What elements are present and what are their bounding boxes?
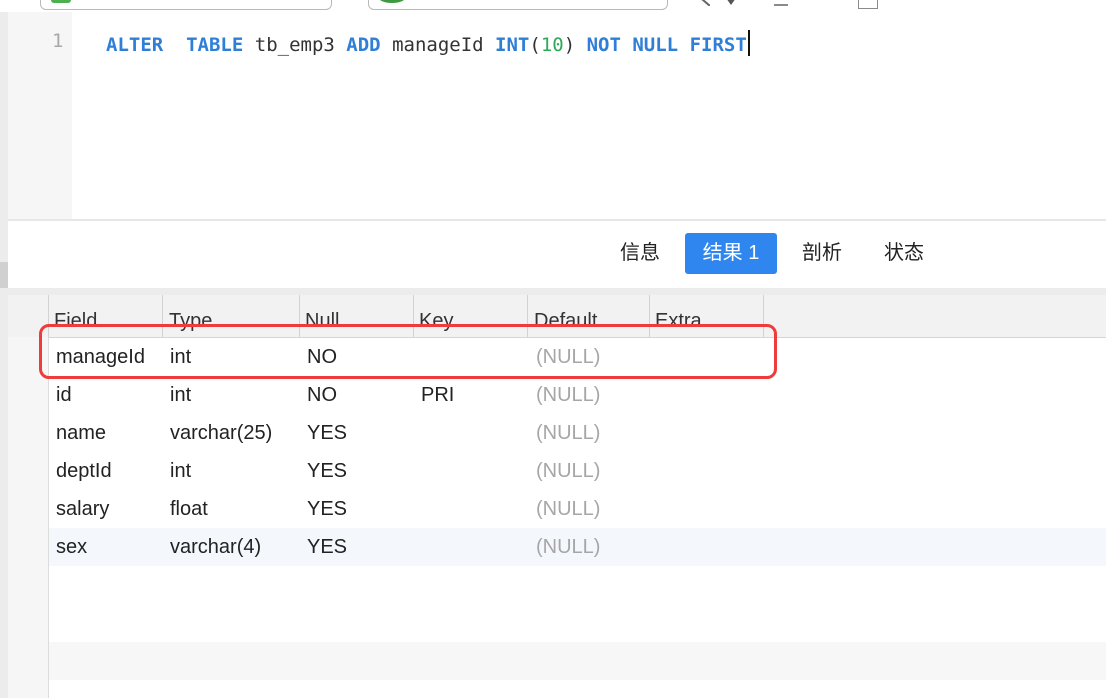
keyword-first: FIRST bbox=[689, 34, 747, 56]
column-separator[interactable] bbox=[527, 295, 528, 337]
cell-field[interactable]: sex bbox=[56, 528, 161, 566]
column-header-null[interactable]: Null bbox=[305, 295, 339, 337]
cell-type[interactable]: int bbox=[170, 376, 295, 414]
cell-null[interactable]: YES bbox=[307, 414, 407, 452]
cell-key[interactable]: PRI bbox=[421, 376, 521, 414]
column-name: manageId bbox=[392, 34, 484, 56]
table-row[interactable]: name varchar(25) YES (NULL) bbox=[49, 414, 1106, 452]
cell-type[interactable]: varchar(25) bbox=[170, 414, 295, 452]
cell-key[interactable] bbox=[421, 414, 521, 452]
run-dropdown-icon[interactable] bbox=[726, 0, 736, 5]
stop-icon[interactable] bbox=[774, 4, 788, 6]
column-header-key[interactable]: Key bbox=[419, 295, 453, 337]
cell-field[interactable]: manageId bbox=[56, 338, 161, 376]
database-icon bbox=[379, 0, 405, 3]
cell-type[interactable]: varchar(4) bbox=[170, 528, 295, 566]
cell-null[interactable]: NO bbox=[307, 338, 407, 376]
cell-extra[interactable] bbox=[655, 490, 755, 528]
table-row[interactable]: salary float YES (NULL) bbox=[49, 490, 1106, 528]
cell-default[interactable]: (NULL) bbox=[536, 414, 646, 452]
table-row[interactable]: sex varchar(4) YES (NULL) bbox=[49, 528, 1106, 566]
column-separator[interactable] bbox=[299, 295, 300, 337]
size-number: 10 bbox=[540, 34, 564, 56]
tab-info[interactable]: 信息 bbox=[608, 233, 672, 274]
cell-null[interactable]: YES bbox=[307, 528, 407, 566]
column-separator[interactable] bbox=[413, 295, 414, 337]
cell-default[interactable]: (NULL) bbox=[536, 338, 646, 376]
keyword-alter: ALTER bbox=[106, 34, 164, 56]
table-row[interactable]: manageId int NO (NULL) bbox=[49, 338, 1106, 376]
table-row[interactable]: deptId int YES (NULL) bbox=[49, 452, 1106, 490]
text-cursor bbox=[747, 30, 750, 56]
cell-key[interactable] bbox=[421, 338, 521, 376]
column-separator[interactable] bbox=[48, 295, 49, 337]
edge-marker bbox=[0, 262, 8, 288]
cell-default[interactable]: (NULL) bbox=[536, 376, 646, 414]
keyword-table: TABLE bbox=[186, 34, 244, 56]
tab-status[interactable]: 状态 bbox=[872, 233, 936, 274]
result-tabs: 信息 结果 1 剖析 状态 bbox=[8, 221, 1106, 288]
cell-key[interactable] bbox=[421, 490, 521, 528]
cell-type[interactable]: float bbox=[170, 490, 295, 528]
sql-editor[interactable]: 1 ALTER TABLE tb_emp3 ADD manageId INT(1… bbox=[8, 12, 1106, 219]
keyword-add: ADD bbox=[346, 34, 381, 56]
cell-default[interactable]: (NULL) bbox=[536, 490, 646, 528]
cell-type[interactable]: int bbox=[170, 452, 295, 490]
keyword-not-null: NOT NULL bbox=[586, 34, 679, 56]
table-name: tb_emp3 bbox=[254, 34, 335, 56]
run-icon[interactable] bbox=[696, 0, 710, 6]
paren-close: ) bbox=[563, 34, 576, 56]
tab-profile[interactable]: 剖析 bbox=[790, 233, 854, 274]
empty-row bbox=[49, 642, 1106, 680]
cell-default[interactable]: (NULL) bbox=[536, 452, 646, 490]
cell-key[interactable] bbox=[421, 528, 521, 566]
cell-null[interactable]: NO bbox=[307, 376, 407, 414]
column-header-field[interactable]: Field bbox=[54, 295, 97, 337]
column-separator[interactable] bbox=[763, 295, 764, 337]
column-header-type[interactable]: Type bbox=[169, 295, 212, 337]
cell-extra[interactable] bbox=[655, 376, 755, 414]
cell-null[interactable]: YES bbox=[307, 452, 407, 490]
window-edge bbox=[0, 0, 8, 698]
cell-extra[interactable] bbox=[655, 414, 755, 452]
cell-type[interactable]: int bbox=[170, 338, 295, 376]
column-header-default[interactable]: Default bbox=[534, 295, 597, 337]
connection-icon bbox=[51, 0, 71, 3]
grid-header: Field Type Null Key Default Extra bbox=[8, 295, 1106, 338]
tab-result-1[interactable]: 结果 1 bbox=[685, 233, 777, 274]
toolbar bbox=[0, 0, 1106, 12]
cell-extra[interactable] bbox=[655, 452, 755, 490]
cell-field[interactable]: salary bbox=[56, 490, 161, 528]
cell-field[interactable]: name bbox=[56, 414, 161, 452]
cell-default[interactable]: (NULL) bbox=[536, 528, 646, 566]
column-header-extra[interactable]: Extra bbox=[655, 295, 702, 337]
cell-key[interactable] bbox=[421, 452, 521, 490]
row-number-column bbox=[8, 337, 49, 698]
column-separator[interactable] bbox=[649, 295, 650, 337]
cell-extra[interactable] bbox=[655, 528, 755, 566]
sql-code-line[interactable]: ALTER TABLE tb_emp3 ADD manageId INT(10)… bbox=[106, 30, 750, 56]
result-grid: Field Type Null Key Default Extra manage… bbox=[8, 288, 1106, 698]
line-number: 1 bbox=[52, 30, 64, 52]
column-separator[interactable] bbox=[162, 295, 163, 337]
grid-top-bar bbox=[8, 288, 1106, 295]
database-selector[interactable] bbox=[368, 0, 668, 10]
paren-open: ( bbox=[529, 34, 541, 56]
cell-null[interactable]: YES bbox=[307, 490, 407, 528]
connection-selector[interactable] bbox=[40, 0, 332, 10]
table-row[interactable]: id int NO PRI (NULL) bbox=[49, 376, 1106, 414]
cell-extra[interactable] bbox=[655, 338, 755, 376]
keyword-int: INT bbox=[495, 34, 530, 56]
cell-field[interactable]: deptId bbox=[56, 452, 161, 490]
explain-icon[interactable] bbox=[858, 0, 878, 9]
cell-field[interactable]: id bbox=[56, 376, 161, 414]
